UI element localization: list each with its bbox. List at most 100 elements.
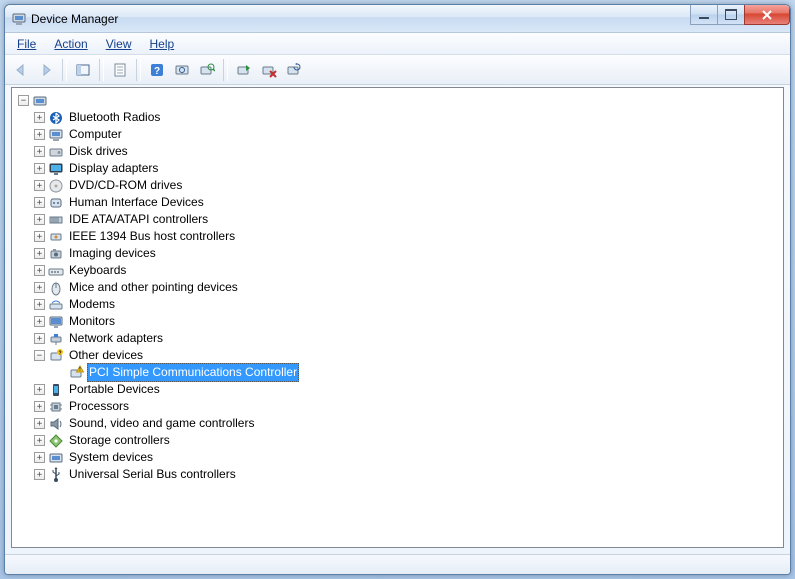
category-label[interactable]: System devices: [67, 449, 155, 466]
expander-icon[interactable]: [34, 384, 45, 395]
category-label[interactable]: Sound, video and game controllers: [67, 415, 256, 432]
category-disk[interactable]: Disk drives: [16, 143, 783, 160]
storage-icon: [48, 433, 64, 449]
expander-icon[interactable]: [34, 316, 45, 327]
category-label[interactable]: Imaging devices: [67, 245, 158, 262]
expander-icon[interactable]: [34, 299, 45, 310]
category-label[interactable]: Network adapters: [67, 330, 165, 347]
network-icon: [48, 331, 64, 347]
expander-icon[interactable]: [34, 129, 45, 140]
category-bluetooth[interactable]: Bluetooth Radios: [16, 109, 783, 126]
expander-icon[interactable]: [34, 248, 45, 259]
close-button[interactable]: [744, 5, 790, 25]
uninstall-button[interactable]: [257, 58, 281, 82]
category-portable[interactable]: Portable Devices: [16, 381, 783, 398]
device-label[interactable]: PCI Simple Communications Controller: [87, 363, 299, 382]
computer-icon: [48, 127, 64, 143]
category-sound[interactable]: Sound, video and game controllers: [16, 415, 783, 432]
expander-icon[interactable]: [34, 418, 45, 429]
tree-root[interactable]: [16, 92, 783, 109]
category-label[interactable]: Human Interface Devices: [67, 194, 206, 211]
category-firewire[interactable]: IEEE 1394 Bus host controllers: [16, 228, 783, 245]
expander-icon[interactable]: [34, 350, 45, 361]
category-label[interactable]: Portable Devices: [67, 381, 162, 398]
menu-action[interactable]: Action: [46, 35, 95, 53]
expander-icon[interactable]: [18, 95, 29, 106]
expander-icon[interactable]: [34, 163, 45, 174]
menu-file[interactable]: File: [9, 35, 44, 53]
expander-icon[interactable]: [34, 231, 45, 242]
expander-icon[interactable]: [34, 112, 45, 123]
titlebar[interactable]: Device Manager: [5, 5, 790, 33]
app-icon: [11, 11, 27, 27]
category-label[interactable]: Modems: [67, 296, 117, 313]
expander-icon[interactable]: [34, 435, 45, 446]
toolbar: ?: [5, 55, 790, 85]
show-hide-tree-button[interactable]: [71, 58, 95, 82]
menu-view[interactable]: View: [98, 35, 140, 53]
category-label[interactable]: Disk drives: [67, 143, 130, 160]
window-title: Device Manager: [31, 12, 118, 26]
category-label[interactable]: DVD/CD-ROM drives: [67, 177, 184, 194]
category-computer[interactable]: Computer: [16, 126, 783, 143]
category-system[interactable]: System devices: [16, 449, 783, 466]
expander-icon[interactable]: [34, 333, 45, 344]
update-driver-button[interactable]: [195, 58, 219, 82]
maximize-button[interactable]: [717, 5, 745, 25]
category-label[interactable]: IDE ATA/ATAPI controllers: [67, 211, 210, 228]
expander-icon[interactable]: [34, 197, 45, 208]
display-icon: [48, 161, 64, 177]
expander-icon[interactable]: [34, 146, 45, 157]
category-label[interactable]: Bluetooth Radios: [67, 109, 162, 126]
scan-changes-button[interactable]: [282, 58, 306, 82]
category-label[interactable]: Mice and other pointing devices: [67, 279, 240, 296]
expander-icon[interactable]: [34, 282, 45, 293]
forward-button[interactable]: [34, 58, 58, 82]
category-usb[interactable]: Universal Serial Bus controllers: [16, 466, 783, 483]
category-cpu[interactable]: Processors: [16, 398, 783, 415]
category-label[interactable]: Computer: [67, 126, 124, 143]
category-label[interactable]: Universal Serial Bus controllers: [67, 466, 238, 483]
enable-button[interactable]: [232, 58, 256, 82]
expander-icon[interactable]: [34, 180, 45, 191]
category-label[interactable]: Processors: [67, 398, 131, 415]
expander-icon[interactable]: [34, 214, 45, 225]
category-hid[interactable]: Human Interface Devices: [16, 194, 783, 211]
category-modem[interactable]: Modems: [16, 296, 783, 313]
expander-icon[interactable]: [34, 469, 45, 480]
category-label[interactable]: Storage controllers: [67, 432, 172, 449]
category-storage[interactable]: Storage controllers: [16, 432, 783, 449]
device-item[interactable]: !PCI Simple Communications Controller: [16, 364, 783, 381]
category-ide[interactable]: IDE ATA/ATAPI controllers: [16, 211, 783, 228]
help-button[interactable]: ?: [145, 58, 169, 82]
category-keyboard[interactable]: Keyboards: [16, 262, 783, 279]
category-label[interactable]: Other devices: [67, 347, 145, 364]
category-label[interactable]: Display adapters: [67, 160, 160, 177]
content-area: Bluetooth RadiosComputerDisk drivesDispl…: [5, 85, 790, 554]
category-mouse[interactable]: Mice and other pointing devices: [16, 279, 783, 296]
hid-icon: [48, 195, 64, 211]
toolbar-separator: [136, 59, 141, 81]
device-tree-panel[interactable]: Bluetooth RadiosComputerDisk drivesDispl…: [11, 87, 784, 548]
minimize-button[interactable]: [690, 5, 718, 25]
category-monitor[interactable]: Monitors: [16, 313, 783, 330]
expander-icon[interactable]: [34, 452, 45, 463]
category-label[interactable]: Keyboards: [67, 262, 128, 279]
device-tree: Bluetooth RadiosComputerDisk drivesDispl…: [12, 88, 783, 487]
ide-icon: [48, 212, 64, 228]
category-other[interactable]: ?Other devices: [16, 347, 783, 364]
category-cdrom[interactable]: DVD/CD-ROM drives: [16, 177, 783, 194]
mouse-icon: [48, 280, 64, 296]
back-button[interactable]: [9, 58, 33, 82]
expander-icon[interactable]: [34, 401, 45, 412]
menu-help[interactable]: Help: [142, 35, 183, 53]
category-camera[interactable]: Imaging devices: [16, 245, 783, 262]
category-label[interactable]: IEEE 1394 Bus host controllers: [67, 228, 237, 245]
expander-icon[interactable]: [34, 265, 45, 276]
scan-hardware-button[interactable]: [170, 58, 194, 82]
category-network[interactable]: Network adapters: [16, 330, 783, 347]
properties-button[interactable]: [108, 58, 132, 82]
toolbar-separator: [223, 59, 228, 81]
category-label[interactable]: Monitors: [67, 313, 117, 330]
category-display[interactable]: Display adapters: [16, 160, 783, 177]
